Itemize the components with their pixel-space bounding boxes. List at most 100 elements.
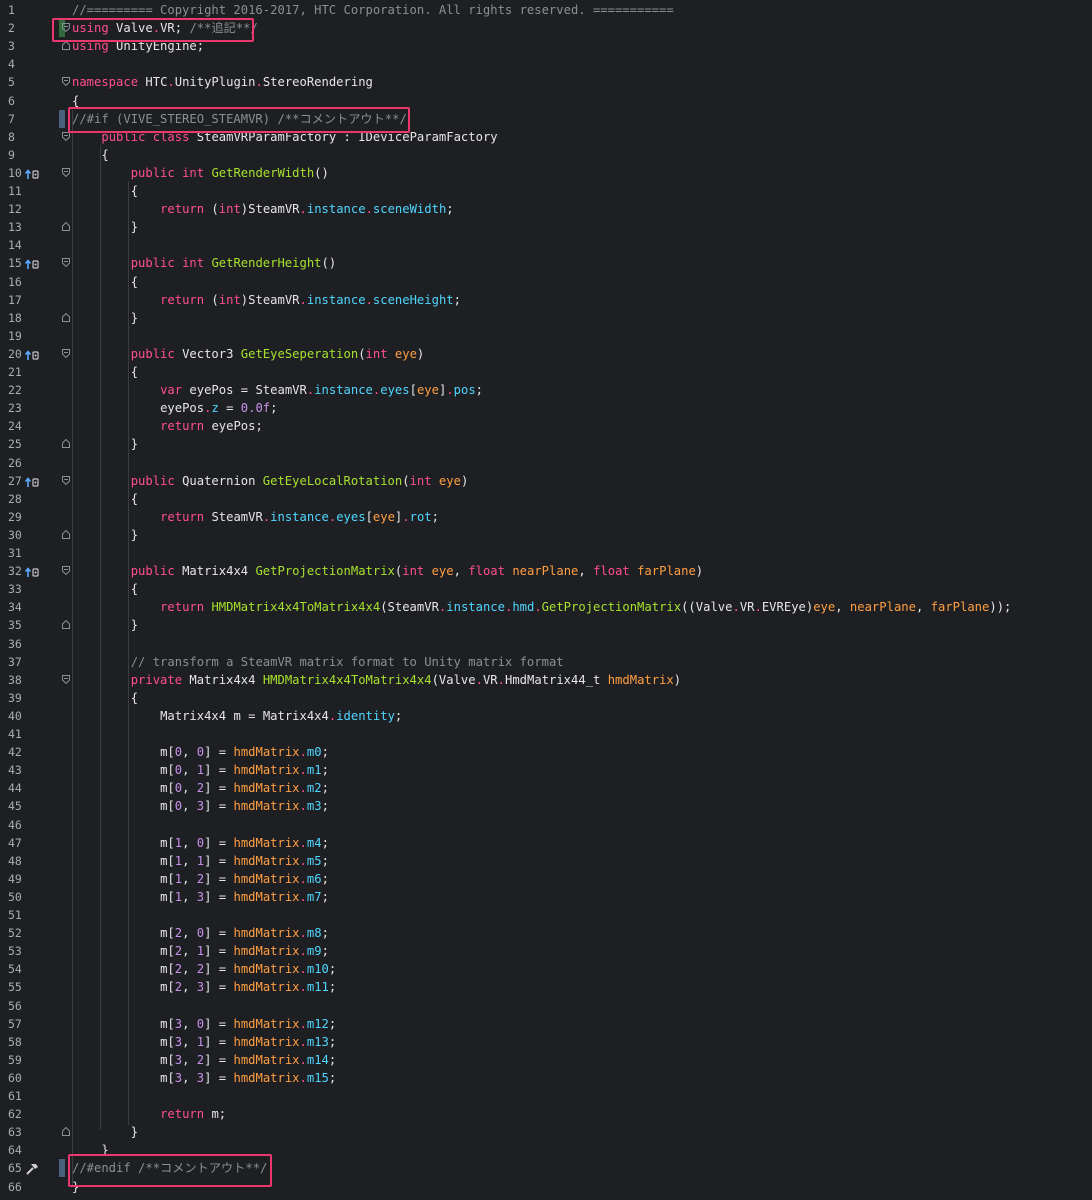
code-line[interactable]: 13 } bbox=[0, 218, 1092, 236]
code-text[interactable]: m[1, 3] = hmdMatrix.m7; bbox=[72, 888, 329, 906]
code-line[interactable]: 46 bbox=[0, 816, 1092, 834]
code-line[interactable]: 16 { bbox=[0, 273, 1092, 291]
code-text[interactable]: m[0, 1] = hmdMatrix.m1; bbox=[72, 761, 329, 779]
code-line[interactable]: 4 bbox=[0, 55, 1092, 73]
code-line[interactable]: 32 public Matrix4x4 GetProjectionMatrix(… bbox=[0, 562, 1092, 580]
code-line[interactable]: 15 public int GetRenderHeight() bbox=[0, 254, 1092, 272]
code-line[interactable]: 25 } bbox=[0, 435, 1092, 453]
code-line[interactable]: 31 bbox=[0, 544, 1092, 562]
code-line[interactable]: 58 m[3, 1] = hmdMatrix.m13; bbox=[0, 1033, 1092, 1051]
implements-marker-icon[interactable] bbox=[24, 257, 40, 270]
code-text[interactable]: } bbox=[72, 309, 138, 327]
code-line[interactable]: 30 } bbox=[0, 526, 1092, 544]
code-line[interactable]: 51 bbox=[0, 906, 1092, 924]
code-line[interactable]: 1 //========= Copyright 2016-2017, HTC Co… bbox=[0, 1, 1092, 19]
fold-end-icon[interactable] bbox=[62, 222, 70, 232]
code-text[interactable]: return (int)SteamVR.instance.sceneHeight… bbox=[72, 291, 461, 309]
code-line[interactable]: 10 public int GetRenderWidth() bbox=[0, 164, 1092, 182]
implements-marker-icon[interactable] bbox=[24, 348, 40, 360]
code-line[interactable]: 22 var eyePos = SteamVR.instance.eyes[ey… bbox=[0, 381, 1092, 399]
code-text[interactable]: } bbox=[72, 435, 138, 453]
code-line[interactable]: 5 namespace HTC.UnityPlugin.StereoRenderi… bbox=[0, 73, 1092, 91]
code-text[interactable]: m[1, 1] = hmdMatrix.m5; bbox=[72, 852, 329, 870]
code-text[interactable]: return m; bbox=[72, 1105, 226, 1123]
fold-collapse-icon[interactable] bbox=[62, 131, 70, 141]
code-line[interactable]: 57 m[3, 0] = hmdMatrix.m12; bbox=[0, 1015, 1092, 1033]
code-line[interactable]: 33 { bbox=[0, 580, 1092, 598]
code-text[interactable]: { bbox=[72, 182, 138, 200]
code-line[interactable]: 26 bbox=[0, 454, 1092, 472]
code-line[interactable]: 53 m[2, 1] = hmdMatrix.m9; bbox=[0, 942, 1092, 960]
code-text[interactable]: Matrix4x4 m = Matrix4x4.identity; bbox=[72, 707, 402, 725]
fold-collapse-icon[interactable] bbox=[62, 258, 70, 268]
code-line[interactable]: 47 m[1, 0] = hmdMatrix.m4; bbox=[0, 834, 1092, 852]
code-line[interactable]: 56 bbox=[0, 997, 1092, 1015]
code-text[interactable]: m[3, 3] = hmdMatrix.m15; bbox=[72, 1069, 336, 1087]
code-line[interactable]: 21 { bbox=[0, 363, 1092, 381]
code-line[interactable]: 40 Matrix4x4 m = Matrix4x4.identity; bbox=[0, 707, 1092, 725]
code-text[interactable]: m[0, 2] = hmdMatrix.m2; bbox=[72, 779, 329, 797]
fold-end-icon[interactable] bbox=[62, 1127, 70, 1137]
code-text[interactable]: eyePos.z = 0.0f; bbox=[72, 399, 277, 417]
code-text[interactable]: m[2, 1] = hmdMatrix.m9; bbox=[72, 942, 329, 960]
code-text[interactable]: { bbox=[72, 580, 138, 598]
code-line[interactable]: 36 bbox=[0, 635, 1092, 653]
code-text[interactable]: m[2, 2] = hmdMatrix.m10; bbox=[72, 960, 336, 978]
code-line[interactable]: 29 return SteamVR.instance.eyes[eye].rot… bbox=[0, 508, 1092, 526]
fold-collapse-icon[interactable] bbox=[62, 348, 70, 358]
code-editor[interactable]: 1 //========= Copyright 2016-2017, HTC Co… bbox=[0, 0, 1092, 1200]
code-line[interactable]: 48 m[1, 1] = hmdMatrix.m5; bbox=[0, 852, 1092, 870]
code-text[interactable]: private Matrix4x4 HMDMatrix4x4ToMatrix4x… bbox=[72, 671, 681, 689]
code-line[interactable]: 38 private Matrix4x4 HMDMatrix4x4ToMatri… bbox=[0, 671, 1092, 689]
code-line[interactable]: 42 m[0, 0] = hmdMatrix.m0; bbox=[0, 743, 1092, 761]
code-text[interactable]: //========= Copyright 2016-2017, HTC Cor… bbox=[72, 1, 674, 19]
hammer-icon[interactable] bbox=[24, 1162, 40, 1176]
code-text[interactable]: return HMDMatrix4x4ToMatrix4x4(SteamVR.i… bbox=[72, 598, 1011, 616]
code-line[interactable]: 49 m[1, 2] = hmdMatrix.m6; bbox=[0, 870, 1092, 888]
code-text[interactable]: } bbox=[72, 616, 138, 634]
code-line[interactable]: 54 m[2, 2] = hmdMatrix.m10; bbox=[0, 960, 1092, 978]
code-text[interactable]: return (int)SteamVR.instance.sceneWidth; bbox=[72, 200, 454, 218]
code-line[interactable]: 9 { bbox=[0, 146, 1092, 164]
code-line[interactable]: 19 bbox=[0, 327, 1092, 345]
fold-end-icon[interactable] bbox=[62, 41, 70, 51]
code-line[interactable]: 14 bbox=[0, 236, 1092, 254]
fold-end-icon[interactable] bbox=[62, 439, 70, 449]
fold-end-icon[interactable] bbox=[62, 620, 70, 630]
code-text[interactable]: m[0, 3] = hmdMatrix.m3; bbox=[72, 797, 329, 815]
code-line[interactable]: 44 m[0, 2] = hmdMatrix.m2; bbox=[0, 779, 1092, 797]
code-line[interactable]: 52 m[2, 0] = hmdMatrix.m8; bbox=[0, 924, 1092, 942]
code-text[interactable]: m[3, 2] = hmdMatrix.m14; bbox=[72, 1051, 336, 1069]
code-text[interactable]: { bbox=[72, 146, 108, 164]
code-line[interactable]: 24 return eyePos; bbox=[0, 417, 1092, 435]
code-text[interactable]: m[1, 2] = hmdMatrix.m6; bbox=[72, 870, 329, 888]
code-text[interactable]: { bbox=[72, 689, 138, 707]
code-text[interactable]: return SteamVR.instance.eyes[eye].rot; bbox=[72, 508, 439, 526]
code-line[interactable]: 37 // transform a SteamVR matrix format … bbox=[0, 653, 1092, 671]
code-text[interactable]: public Vector3 GetEyeSeperation(int eye) bbox=[72, 345, 425, 363]
fold-collapse-icon[interactable] bbox=[62, 167, 70, 177]
fold-collapse-icon[interactable] bbox=[62, 566, 70, 576]
code-line[interactable]: 63 } bbox=[0, 1123, 1092, 1141]
code-line[interactable]: 28 { bbox=[0, 490, 1092, 508]
code-text[interactable]: m[1, 0] = hmdMatrix.m4; bbox=[72, 834, 329, 852]
code-text[interactable]: m[3, 1] = hmdMatrix.m13; bbox=[72, 1033, 336, 1051]
fold-collapse-icon[interactable] bbox=[62, 77, 70, 87]
code-text[interactable]: m[0, 0] = hmdMatrix.m0; bbox=[72, 743, 329, 761]
implements-marker-icon[interactable] bbox=[24, 475, 40, 487]
implements-marker-icon[interactable] bbox=[24, 565, 40, 578]
code-text[interactable]: public int GetRenderHeight() bbox=[72, 254, 336, 272]
implements-marker-icon[interactable] bbox=[24, 167, 40, 179]
code-text[interactable]: public Quaternion GetEyeLocalRotation(in… bbox=[72, 472, 469, 490]
code-line[interactable]: 45 m[0, 3] = hmdMatrix.m3; bbox=[0, 797, 1092, 815]
code-line[interactable]: 41 bbox=[0, 725, 1092, 743]
code-text[interactable]: m[2, 0] = hmdMatrix.m8; bbox=[72, 924, 329, 942]
code-text[interactable]: } bbox=[72, 526, 138, 544]
code-line[interactable]: 18 } bbox=[0, 309, 1092, 327]
code-text[interactable]: var eyePos = SteamVR.instance.eyes[eye].… bbox=[72, 381, 483, 399]
code-line[interactable]: 50 m[1, 3] = hmdMatrix.m7; bbox=[0, 888, 1092, 906]
code-line[interactable]: 11 { bbox=[0, 182, 1092, 200]
code-line[interactable]: 60 m[3, 3] = hmdMatrix.m15; bbox=[0, 1069, 1092, 1087]
code-text[interactable]: public Matrix4x4 GetProjectionMatrix(int… bbox=[72, 562, 703, 580]
code-line[interactable]: 35 } bbox=[0, 616, 1092, 634]
